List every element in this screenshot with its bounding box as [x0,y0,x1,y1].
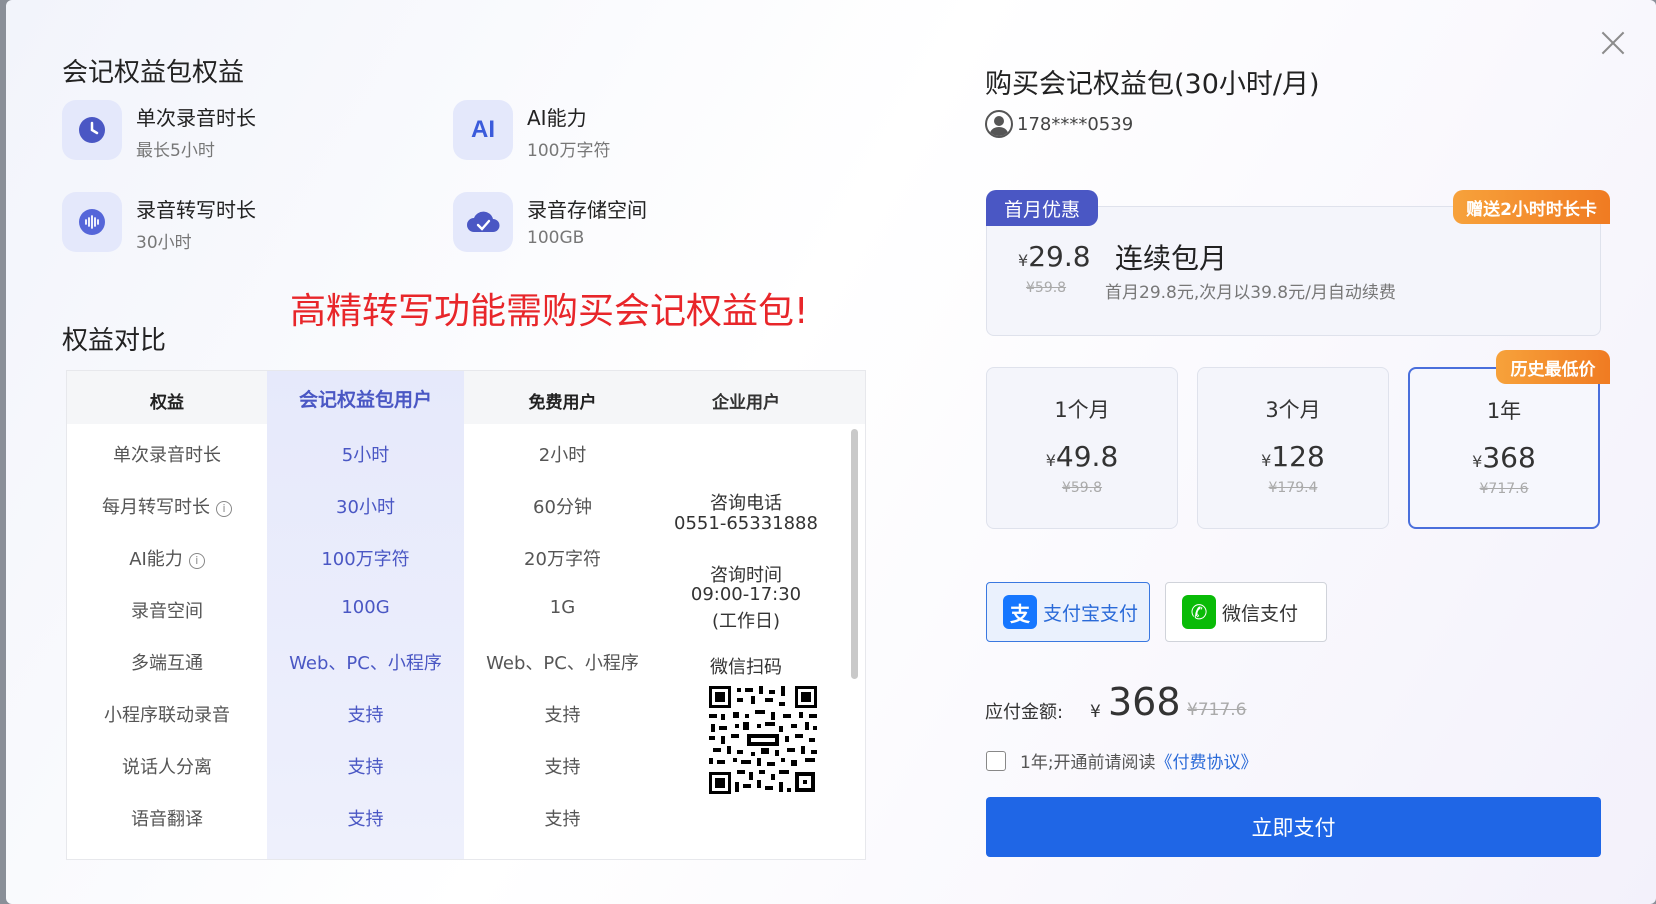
table-cell: 2小时 [538,445,587,466]
table-cell: 支持 [347,757,384,778]
plan-label: 1年 [1486,399,1522,423]
wechat-pay-label: 微信支付 [1222,602,1299,625]
table-row: 录音空间 [131,601,203,622]
close-icon[interactable] [1596,26,1630,60]
plan-price: ¥128 [1261,440,1325,473]
table-cell: 100G [341,597,390,618]
feature-sub: 100GB [527,228,585,248]
header-benefit: 权益 [150,393,184,413]
payment-agreement-link[interactable]: 《付费协议》 [1156,748,1258,773]
purchase-dialog: 会记权益包权益 单次录音时长 最长5小时 AI AI能力 100万字符 录音转写… [6,0,1656,904]
user-phone: 178****0539 [1017,113,1134,135]
alipay-label: 支付宝支付 [1043,602,1139,625]
total-currency: ¥ [1090,702,1101,722]
compare-title: 权益对比 [62,326,167,356]
table-cell: Web、PC、小程序 [289,653,442,674]
feature-title: 录音转写时长 [136,198,256,222]
table-row: 语音翻译 [131,809,203,830]
info-icon[interactable]: i [188,553,205,569]
plan-label: 3个月 [1265,398,1321,422]
enterprise-time: 09:00-17:30 [690,584,802,605]
first-month-badge: 首月优惠 [986,190,1098,226]
header-free: 免费用户 [528,393,597,413]
feature-sub: 100万字符 [527,141,611,161]
clock-icon [62,100,122,160]
enterprise-scan-label: 微信扫码 [710,657,782,678]
total-amount: 368 [1108,680,1181,724]
table-row: 每月转写时长 i [67,493,267,519]
table-cell: 支持 [544,757,581,778]
lowest-price-badge: 历史最低价 [1496,350,1610,384]
feature-sub: 最长5小时 [136,141,215,161]
header-vip: 会记权益包用户 [298,389,432,411]
plan-price: ¥49.8 [1045,440,1119,473]
pay-now-button[interactable]: 立即支付 [986,797,1601,857]
table-row: 小程序联动录音 [104,705,230,726]
plan-3-months[interactable]: 3个月 ¥128 ¥179.4 [1197,367,1389,529]
plan-1-month[interactable]: 1个月 ¥49.8 ¥59.8 [986,367,1178,529]
table-cell: 60分钟 [533,497,592,518]
continuous-desc: 首月29.8元,次月以39.8元/月自动续费 [1105,283,1396,303]
header-enterprise: 企业用户 [712,393,780,413]
info-icon[interactable]: i [216,501,232,517]
feature-title: 单次录音时长 [136,106,256,130]
plan-orig-price: ¥717.6 [1479,481,1529,497]
table-cell: 100万字符 [321,549,410,570]
table-cell: 支持 [347,705,384,726]
total-orig-amount: ¥717.6 [1187,700,1247,720]
feature-title: 录音存储空间 [527,198,647,222]
gift-badge: 赠送2小时时长卡 [1453,190,1610,224]
user-avatar-icon [985,110,1013,138]
table-row: 单次录音时长 [113,445,221,466]
table-cell: Web、PC、小程序 [486,653,639,674]
continuous-orig-price: ¥59.8 [1026,280,1067,296]
continuous-title: 连续包月 [1115,242,1228,275]
table-cell: 支持 [544,809,581,830]
plan-orig-price: ¥179.4 [1268,480,1318,496]
table-cell: 20万字符 [524,549,601,570]
ai-icon: AI [453,100,513,160]
enterprise-time-note: (工作日) [711,611,781,632]
total-label: 应付金额: [985,702,1064,723]
table-cell: 30小时 [336,497,395,518]
feature-title: AI能力 [527,106,587,130]
promo-banner: 高精转写功能需购买会记权益包! [290,291,809,332]
table-cell: 支持 [544,705,581,726]
wechat-pay-icon: ✆ [1182,595,1216,629]
agree-text: 1年;开通前请阅读 [1020,753,1156,773]
plan-orig-price: ¥59.8 [1061,480,1103,496]
table-cell: 支持 [347,809,384,830]
alipay-button[interactable]: 支 支付宝支付 [986,582,1150,642]
agreement-row: 1年;开通前请阅读 《付费协议》 [986,748,1258,773]
table-row: 多端互通 [131,653,203,674]
enterprise-phone-label: 咨询电话 [710,493,782,514]
table-cell: 1G [549,597,576,618]
continuous-price: ¥29.8 [1018,240,1091,273]
benefits-title: 会记权益包权益 [62,58,245,88]
enterprise-phone: 0551-65331888 [674,513,818,534]
table-cell: 5小时 [341,445,390,466]
plan-1-year[interactable]: 1年 ¥368 ¥717.6 [1408,367,1600,529]
table-row: AI能力 i [67,545,267,571]
user-account: 178****0539 [985,110,1133,138]
feature-sub: 30小时 [136,233,192,253]
plan-price: ¥368 [1472,441,1536,474]
cloud-icon [453,192,513,252]
alipay-icon: 支 [1003,595,1037,629]
waveform-icon [62,192,122,252]
agree-checkbox[interactable] [986,750,1006,771]
plan-label: 1个月 [1054,398,1110,422]
table-row: 说话人分离 [122,757,212,778]
comparison-table: 权益 会记权益包用户 免费用户 企业用户 单次录音时长 5小时 2小时 每月转写… [66,370,866,860]
purchase-title: 购买会记权益包(30小时/月) [985,69,1320,100]
wechat-pay-button[interactable]: ✆ 微信支付 [1165,582,1327,642]
table-scrollbar[interactable] [851,429,858,679]
wechat-qr-code [707,684,819,796]
